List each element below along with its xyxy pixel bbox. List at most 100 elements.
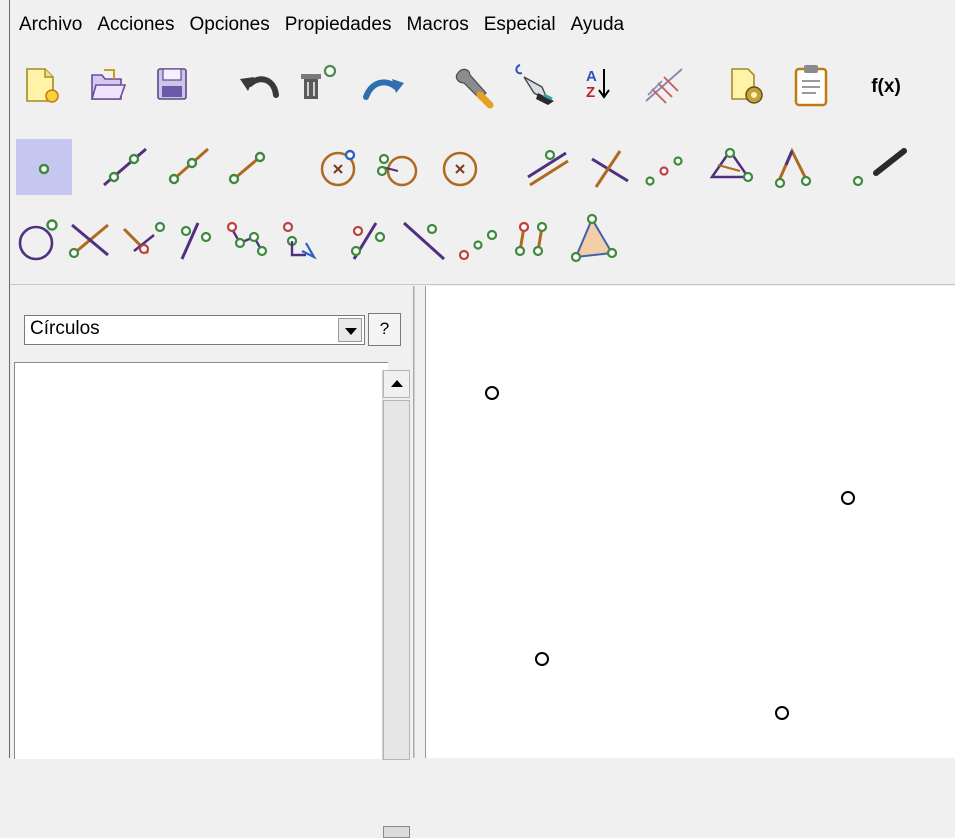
color-button[interactable] bbox=[508, 57, 564, 113]
point-tool[interactable] bbox=[16, 139, 72, 195]
help-button[interactable]: ? bbox=[368, 313, 401, 346]
drawing-canvas[interactable] bbox=[426, 286, 955, 758]
menu-opciones[interactable]: Opciones bbox=[189, 14, 269, 36]
scroll-down-icon[interactable] bbox=[383, 826, 410, 838]
toolbar-row-3 bbox=[10, 208, 955, 270]
locus-icon bbox=[514, 221, 548, 257]
circle-point-icon bbox=[18, 219, 58, 261]
collinear-tool[interactable] bbox=[450, 211, 506, 267]
list-scrollbar[interactable] bbox=[382, 370, 411, 838]
new-file-icon bbox=[26, 68, 59, 103]
intersection-point-icon bbox=[122, 221, 166, 255]
redo-button[interactable] bbox=[356, 57, 412, 113]
svg-text:A: A bbox=[586, 68, 597, 85]
line-through-icon bbox=[402, 221, 446, 261]
circle-tool[interactable] bbox=[310, 139, 366, 195]
polygon-tool[interactable] bbox=[566, 211, 622, 267]
menu-ayuda[interactable]: Ayuda bbox=[571, 14, 625, 36]
sort-icon: A Z bbox=[586, 68, 610, 101]
polygon-icon bbox=[570, 213, 618, 263]
menu-macros[interactable]: Macros bbox=[406, 14, 468, 36]
segment-tool[interactable] bbox=[220, 139, 276, 195]
ray-icon bbox=[168, 147, 209, 185]
save-file-button[interactable] bbox=[144, 57, 200, 113]
new-file-button[interactable] bbox=[14, 57, 70, 113]
collinear-icon bbox=[458, 229, 498, 261]
perpendicular-icon bbox=[591, 150, 629, 188]
edit-properties-icon bbox=[455, 68, 494, 109]
save-file-icon bbox=[157, 68, 187, 100]
document-settings-icon bbox=[731, 68, 763, 104]
clipboard-icon bbox=[794, 65, 828, 107]
point-icon bbox=[38, 163, 50, 175]
menu-archivo[interactable]: Archivo bbox=[19, 14, 82, 36]
reflect-tool[interactable] bbox=[272, 211, 328, 267]
parallel-icon bbox=[527, 149, 569, 187]
svg-text:Z: Z bbox=[586, 84, 595, 101]
panel-divider[interactable] bbox=[414, 286, 426, 758]
pen-tool[interactable] bbox=[838, 139, 908, 195]
undo-icon bbox=[240, 76, 279, 98]
scroll-thumb[interactable] bbox=[383, 400, 410, 760]
tool-panel: Círculos ? bbox=[10, 286, 414, 838]
scroll-up-icon[interactable] bbox=[383, 370, 410, 398]
triangle-tool[interactable] bbox=[704, 139, 760, 195]
circle-center-icon bbox=[442, 151, 478, 187]
menu-bar: Archivo Acciones Opciones Propiedades Ma… bbox=[10, 0, 955, 50]
clipboard-button[interactable] bbox=[784, 57, 840, 113]
sort-button[interactable]: A Z bbox=[572, 57, 628, 113]
pen-icon bbox=[852, 148, 907, 187]
circle-two-points-icon bbox=[376, 153, 418, 187]
midpoint-icon bbox=[645, 156, 683, 186]
intersection-point-tool[interactable] bbox=[114, 211, 170, 267]
angle-icon bbox=[774, 147, 812, 189]
open-file-icon bbox=[90, 69, 127, 100]
menu-propiedades[interactable]: Propiedades bbox=[285, 14, 392, 36]
ray-tool[interactable] bbox=[158, 139, 214, 195]
toolbar: A Z f(x) bbox=[10, 52, 955, 285]
circle-center-tool[interactable] bbox=[432, 139, 488, 195]
function-button[interactable]: f(x) bbox=[856, 57, 916, 113]
grid-button[interactable] bbox=[636, 57, 692, 113]
delete-button[interactable] bbox=[292, 57, 348, 113]
chevron-down-icon[interactable] bbox=[338, 318, 362, 342]
locus-tool[interactable] bbox=[506, 211, 562, 267]
line-point-icon bbox=[180, 222, 212, 260]
point-a[interactable] bbox=[485, 386, 499, 400]
midpoint-tool[interactable] bbox=[638, 139, 694, 195]
open-file-button[interactable] bbox=[80, 57, 136, 113]
parallel-tool[interactable] bbox=[520, 139, 576, 195]
toolbar-row-2 bbox=[10, 136, 955, 198]
document-settings-button[interactable] bbox=[718, 57, 774, 113]
menu-especial[interactable]: Especial bbox=[484, 14, 556, 36]
function-icon: f(x) bbox=[871, 76, 901, 97]
fixed-angle-tool[interactable] bbox=[338, 211, 394, 267]
redo-icon bbox=[363, 79, 404, 100]
triangle-icon bbox=[709, 147, 754, 183]
move-point-tool[interactable] bbox=[218, 211, 274, 267]
toolbar-row-1: A Z f(x) bbox=[10, 54, 955, 116]
line-icon bbox=[103, 147, 147, 187]
line-tool[interactable] bbox=[96, 139, 152, 195]
intersection-tool[interactable] bbox=[62, 211, 118, 267]
grid-icon bbox=[645, 68, 683, 104]
line-point-tool[interactable] bbox=[164, 211, 220, 267]
reflect-icon bbox=[282, 221, 317, 260]
circle-icon bbox=[320, 149, 356, 187]
circle-point-tool[interactable] bbox=[12, 211, 68, 267]
move-point-icon bbox=[226, 221, 268, 257]
point-d[interactable] bbox=[775, 706, 789, 720]
line-through-tool[interactable] bbox=[396, 211, 452, 267]
category-select[interactable]: Círculos bbox=[24, 315, 365, 345]
angle-tool[interactable] bbox=[768, 139, 824, 195]
undo-button[interactable] bbox=[232, 57, 288, 113]
circle-two-points-tool[interactable] bbox=[370, 139, 426, 195]
edit-properties-button[interactable] bbox=[444, 57, 500, 113]
fixed-angle-icon bbox=[350, 222, 386, 260]
delete-icon bbox=[301, 64, 337, 99]
perpendicular-tool[interactable] bbox=[582, 139, 638, 195]
point-c[interactable] bbox=[535, 652, 549, 666]
category-select-value: Círculos bbox=[30, 318, 100, 339]
point-b[interactable] bbox=[841, 491, 855, 505]
menu-acciones[interactable]: Acciones bbox=[97, 14, 174, 36]
